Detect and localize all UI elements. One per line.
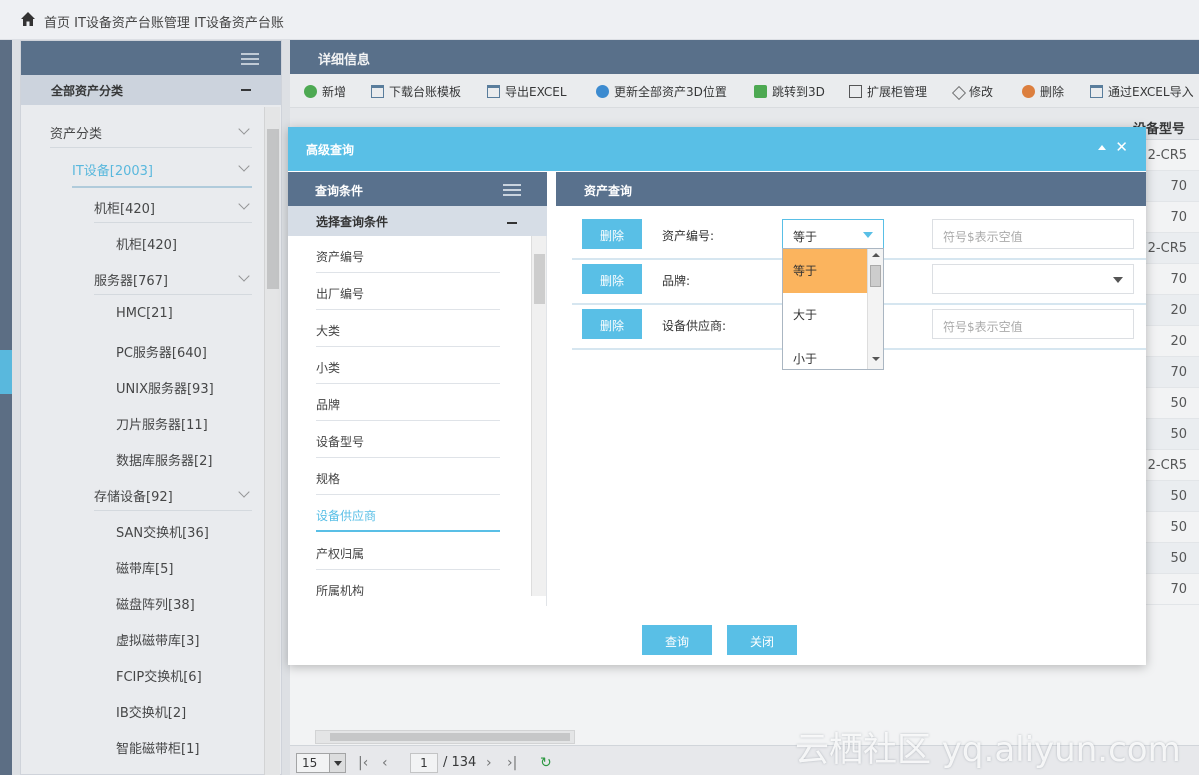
advanced-query-dialog: 高级查询 ✕ 查询条件 选择查询条件 资产编号 出厂编号 大类 小类 品牌 设备… bbox=[288, 127, 1146, 665]
operator-option[interactable]: 小于 bbox=[783, 337, 867, 369]
delete-row-button[interactable]: 删除 bbox=[582, 219, 642, 249]
watermark: 云栖社区 yq.aliyun.com bbox=[795, 730, 1181, 770]
condition-item[interactable]: 资产编号 bbox=[316, 236, 500, 273]
value-input[interactable]: 符号$表示空值 bbox=[932, 219, 1134, 249]
asset-query-title: 资产查询 bbox=[584, 184, 633, 198]
dropdown-arrow-icon[interactable] bbox=[863, 232, 873, 238]
menu-icon[interactable] bbox=[503, 184, 521, 196]
dropdown-scrollbar[interactable] bbox=[867, 249, 883, 369]
operator-option[interactable]: 大于 bbox=[783, 293, 867, 337]
collapse-icon[interactable] bbox=[507, 222, 517, 224]
dialog-title: 高级查询 bbox=[306, 143, 355, 157]
dialog-header: 高级查询 ✕ bbox=[288, 127, 1146, 171]
breadcrumb-module[interactable]: IT设备资产台账管理 bbox=[74, 16, 190, 31]
value-input[interactable]: 符号$表示空值 bbox=[932, 309, 1134, 339]
query-field-label: 设备供应商: bbox=[662, 319, 727, 333]
operator-dropdown-list: 等于 大于 小于 bbox=[782, 248, 884, 370]
condition-item-active[interactable]: 设备供应商 bbox=[316, 495, 500, 532]
dropdown-arrow-icon[interactable] bbox=[1113, 277, 1123, 283]
operator-value: 等于 bbox=[793, 230, 818, 244]
query-condition-title: 查询条件 bbox=[315, 184, 364, 198]
query-button[interactable]: 查询 bbox=[642, 625, 712, 655]
query-field-label: 资产编号: bbox=[662, 229, 715, 243]
scrollbar-thumb[interactable] bbox=[534, 254, 545, 304]
delete-row-button[interactable]: 删除 bbox=[582, 309, 642, 339]
scroll-down-icon[interactable] bbox=[872, 357, 880, 361]
condition-item[interactable]: 大类 bbox=[316, 310, 500, 347]
scroll-up-icon[interactable] bbox=[872, 253, 880, 257]
operator-select[interactable]: 等于 bbox=[782, 219, 884, 249]
query-condition-header: 查询条件 bbox=[288, 172, 547, 206]
collapse-up-icon[interactable] bbox=[1098, 145, 1106, 150]
condition-list-scrollbar[interactable] bbox=[531, 236, 546, 596]
condition-item[interactable]: 品牌 bbox=[316, 384, 500, 421]
query-condition-panel: 查询条件 选择查询条件 资产编号 出厂编号 大类 小类 品牌 设备型号 规格 设… bbox=[288, 172, 547, 606]
breadcrumb: 首页 IT设备资产台账管理 IT设备资产台账 bbox=[44, 12, 284, 31]
condition-item[interactable]: 小类 bbox=[316, 347, 500, 384]
breadcrumb-home[interactable]: 首页 bbox=[44, 16, 70, 31]
close-icon[interactable]: ✕ bbox=[1115, 138, 1128, 156]
condition-item[interactable]: 设备型号 bbox=[316, 421, 500, 458]
home-icon[interactable] bbox=[20, 11, 36, 27]
condition-item[interactable]: 产权归属 bbox=[316, 533, 500, 570]
query-condition-subheader[interactable]: 选择查询条件 bbox=[288, 206, 547, 236]
delete-row-button[interactable]: 删除 bbox=[582, 264, 642, 294]
scrollbar-thumb[interactable] bbox=[870, 265, 881, 287]
condition-item[interactable]: 出厂编号 bbox=[316, 273, 500, 310]
query-field-label: 品牌: bbox=[662, 274, 691, 288]
operator-option-selected[interactable]: 等于 bbox=[783, 249, 867, 293]
condition-list: 资产编号 出厂编号 大类 小类 品牌 设备型号 规格 设备供应商 产权归属 所属… bbox=[288, 236, 531, 596]
breadcrumb-page: IT设备资产台账 bbox=[194, 16, 284, 31]
value-select[interactable] bbox=[932, 264, 1134, 294]
query-condition-subtitle: 选择查询条件 bbox=[316, 215, 389, 229]
condition-item[interactable]: 规格 bbox=[316, 458, 500, 495]
asset-query-header: 资产查询 bbox=[556, 172, 1146, 206]
breadcrumb-bar: 首页 IT设备资产台账管理 IT设备资产台账 bbox=[0, 0, 1199, 40]
close-button[interactable]: 关闭 bbox=[727, 625, 797, 655]
asset-query-panel: 资产查询 删除 资产编号: 等于 符号$表示空值 删除 品牌: 删除 设备供应商… bbox=[556, 172, 1146, 606]
condition-item[interactable]: 所属机构 bbox=[316, 570, 500, 596]
